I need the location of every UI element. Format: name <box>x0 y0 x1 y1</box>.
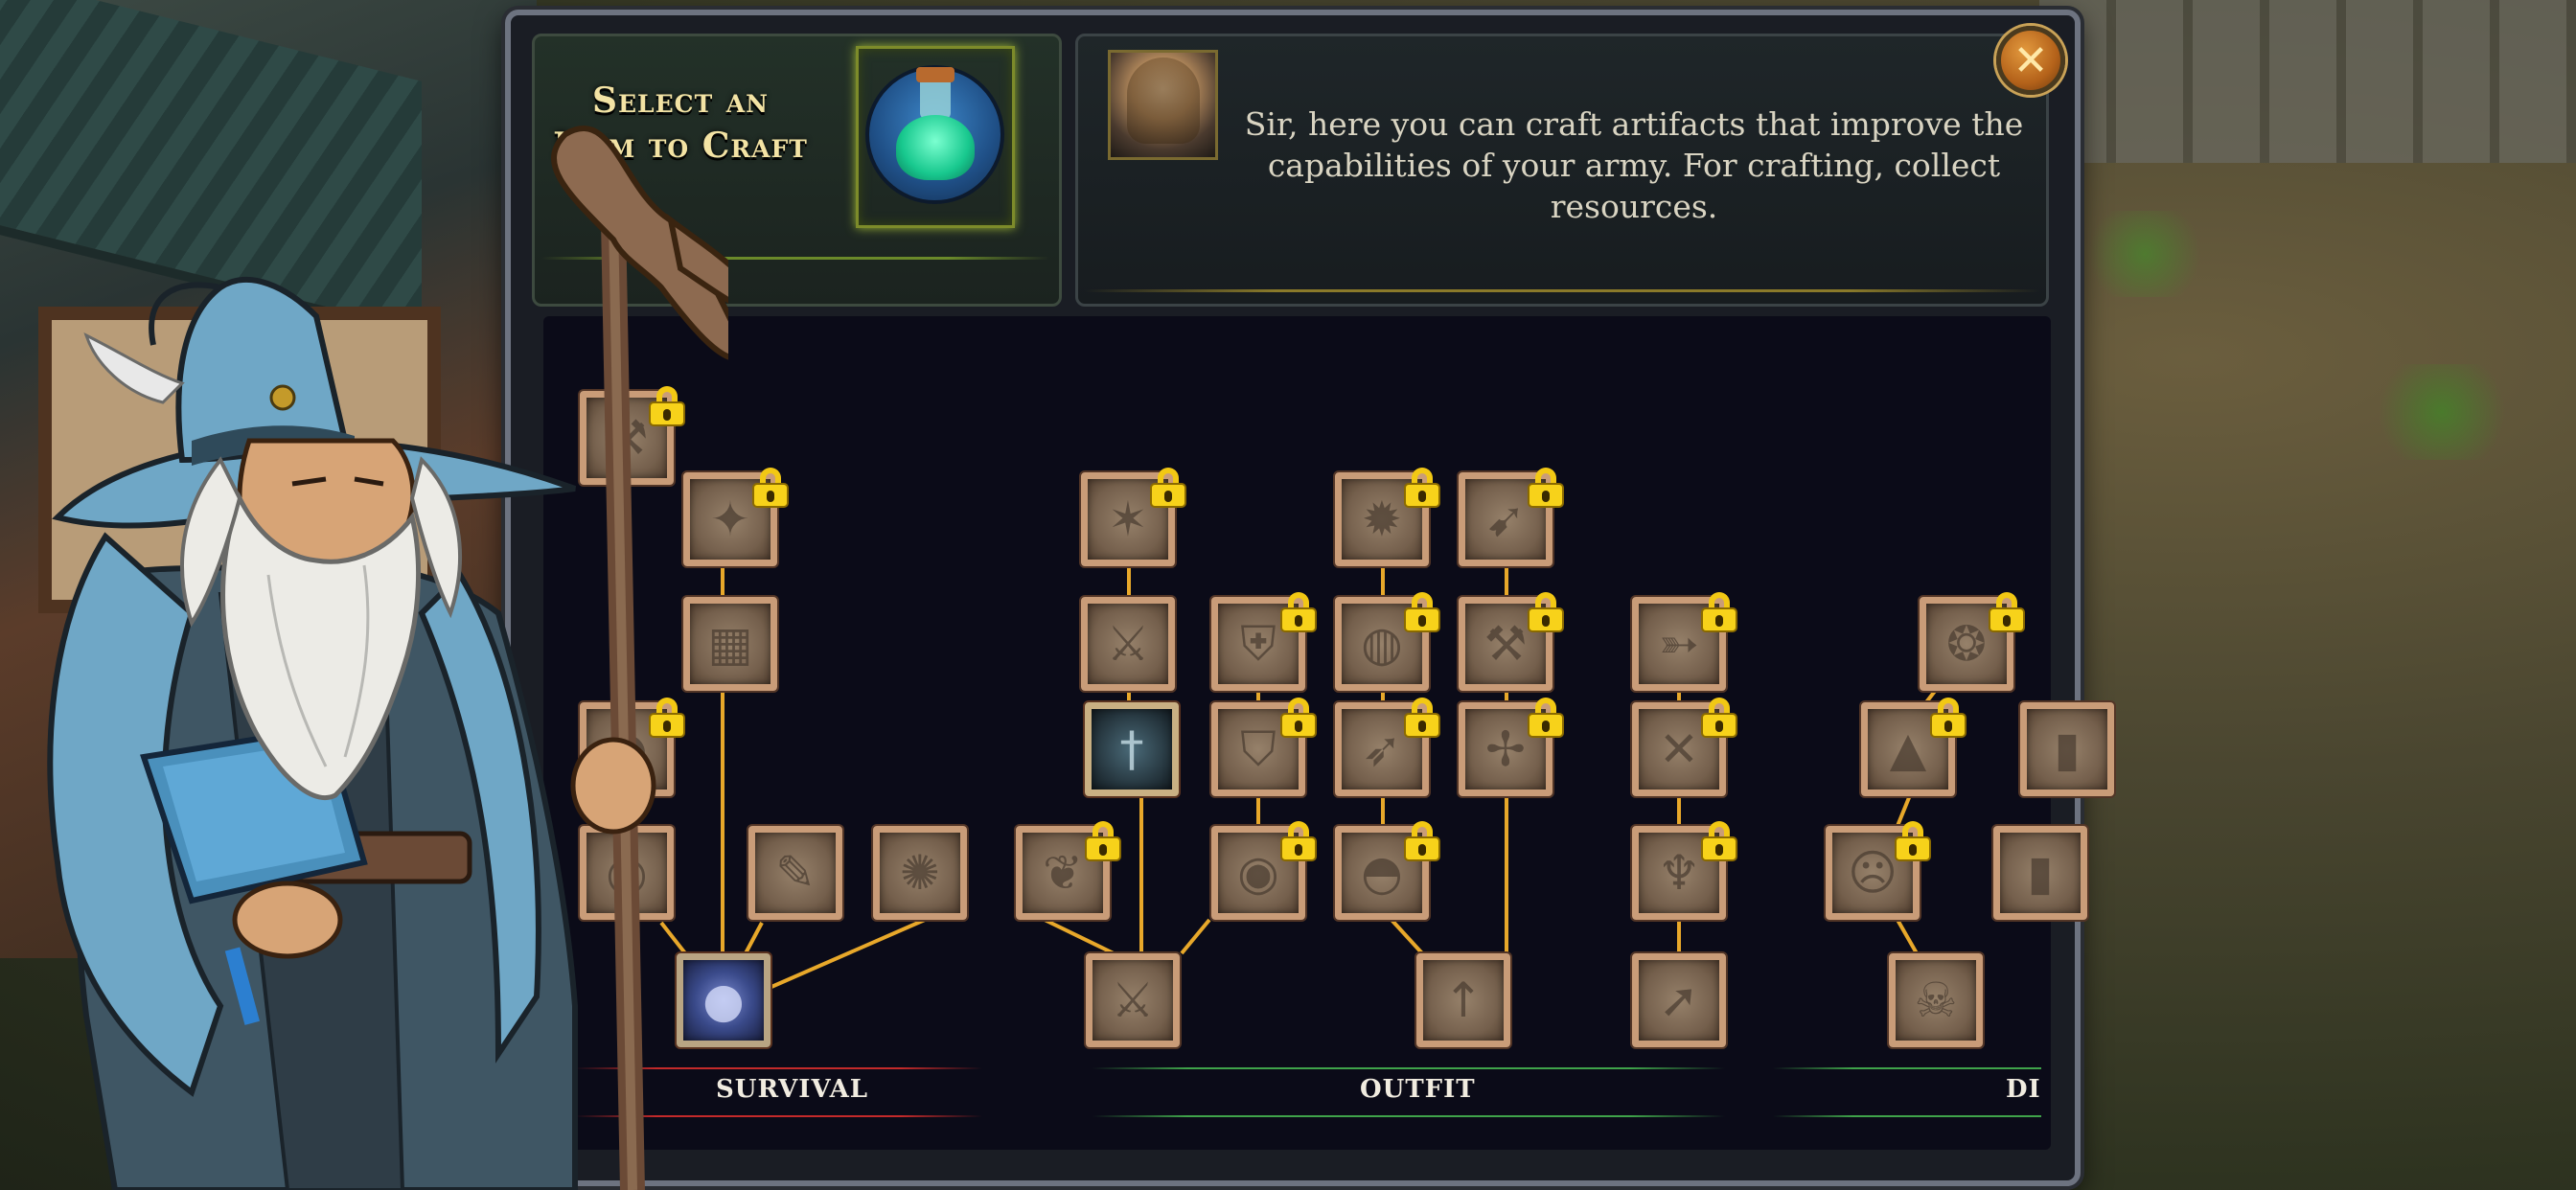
kite-shield-icon: ⛉ <box>1240 721 1276 777</box>
lock-icon <box>1528 698 1564 738</box>
lock-icon <box>1404 468 1440 508</box>
advisor-dialog-text: Sir, here you can craft artifacts that i… <box>1244 105 2024 225</box>
lock-icon <box>1280 592 1317 632</box>
craft-node-s6[interactable]: ✎ <box>748 826 842 920</box>
lock-icon <box>1528 468 1564 508</box>
background-grass <box>2365 364 2518 460</box>
craft-node-o4[interactable]: † <box>1085 702 1179 796</box>
fire-burst-icon: ✹ <box>1362 492 1402 547</box>
craft-node-d6[interactable]: ▮ <box>2020 702 2114 796</box>
craft-node-s7[interactable]: ✺ <box>873 826 967 920</box>
outfit-category-bar <box>1092 1115 1725 1117</box>
lock-icon <box>1528 592 1564 632</box>
background-cobblestones <box>2039 0 2576 163</box>
lock-icon <box>1701 821 1737 861</box>
crossed-staff-icon: ✕ <box>1659 721 1699 777</box>
shield-icon: ⛨ <box>1240 615 1276 672</box>
divider <box>1085 289 2039 292</box>
lock-icon <box>1404 698 1440 738</box>
skull-icon: ☠ <box>1914 973 1958 1028</box>
dire-category-bar <box>1773 1067 2041 1069</box>
background-grass <box>2078 211 2212 297</box>
shuriken-icon: ✶ <box>1108 492 1148 547</box>
wizard-character <box>47 125 728 1190</box>
crossed-swords-icon: ⚔ <box>1106 616 1150 672</box>
category-label-dire[interactable]: DI <box>2006 1075 2041 1104</box>
leaf-bundle-icon: ❦ <box>1043 845 1083 901</box>
category-label-survival[interactable]: SURVIVAL <box>716 1075 868 1104</box>
lock-icon <box>1930 698 1966 738</box>
sun-wheel-icon: ✺ <box>900 845 940 901</box>
lock-icon <box>1701 698 1737 738</box>
potion-liquid <box>896 115 975 180</box>
lock-icon <box>1895 821 1931 861</box>
lock-icon <box>1150 468 1186 508</box>
lock-icon <box>752 468 789 508</box>
partial-icon: ▮ <box>2027 845 2054 901</box>
craft-node-o3[interactable]: ⚔ <box>1081 597 1175 691</box>
sword-icon: ⚔ <box>1111 973 1155 1028</box>
category-label-outfit[interactable]: OUTFIT <box>1360 1075 1476 1104</box>
dire-category-bar <box>1773 1115 2041 1117</box>
craft-node-o16[interactable]: ↑ <box>1416 953 1510 1047</box>
stone-face-icon: ☹ <box>1847 845 1898 901</box>
spear-icon: ↑ <box>1443 973 1484 1028</box>
feather-wing-icon: ✎ <box>775 845 816 901</box>
bow-icon: ➶ <box>1362 721 1402 777</box>
round-shield-icon: ◉ <box>1237 845 1279 901</box>
potion-cork <box>916 67 954 82</box>
arrow-spread-icon: ➚ <box>1659 973 1699 1028</box>
outfit-category-bar <box>1092 1067 1725 1069</box>
lock-icon <box>1280 821 1317 861</box>
craft-node-o20[interactable]: ➚ <box>1632 953 1726 1047</box>
advisor-hair <box>1127 57 1200 144</box>
close-x-icon: ✕ <box>2012 35 2049 85</box>
helmet-icon: ◓ <box>1361 845 1403 901</box>
craft-node-d5[interactable]: ▮ <box>1993 826 2087 920</box>
partial-icon: ▮ <box>2054 721 2081 777</box>
lock-icon <box>1404 821 1440 861</box>
lock-icon <box>1085 821 1121 861</box>
lock-icon <box>1989 592 2025 632</box>
lock-icon <box>1404 592 1440 632</box>
close-button[interactable]: ✕ <box>1996 26 2065 95</box>
halberd-icon: ✢ <box>1485 721 1526 777</box>
quiver-icon: ♆ <box>1657 845 1701 901</box>
craft-node-o5[interactable]: ⚔ <box>1086 953 1180 1047</box>
lock-icon <box>1701 592 1737 632</box>
lock-icon <box>1280 698 1317 738</box>
dagger-icon: † <box>1119 721 1144 777</box>
axe-icon: ⚒ <box>1484 616 1528 672</box>
red-amulet-icon: ❂ <box>1946 616 1987 672</box>
tent-icon: ▲ <box>1889 721 1927 777</box>
arrow-bundle-icon: ➹ <box>1485 492 1526 547</box>
amulet-icon: ◍ <box>1361 616 1403 672</box>
arrows-icon: ➳ <box>1659 616 1699 672</box>
craft-node-d4[interactable]: ☠ <box>1889 953 1983 1047</box>
